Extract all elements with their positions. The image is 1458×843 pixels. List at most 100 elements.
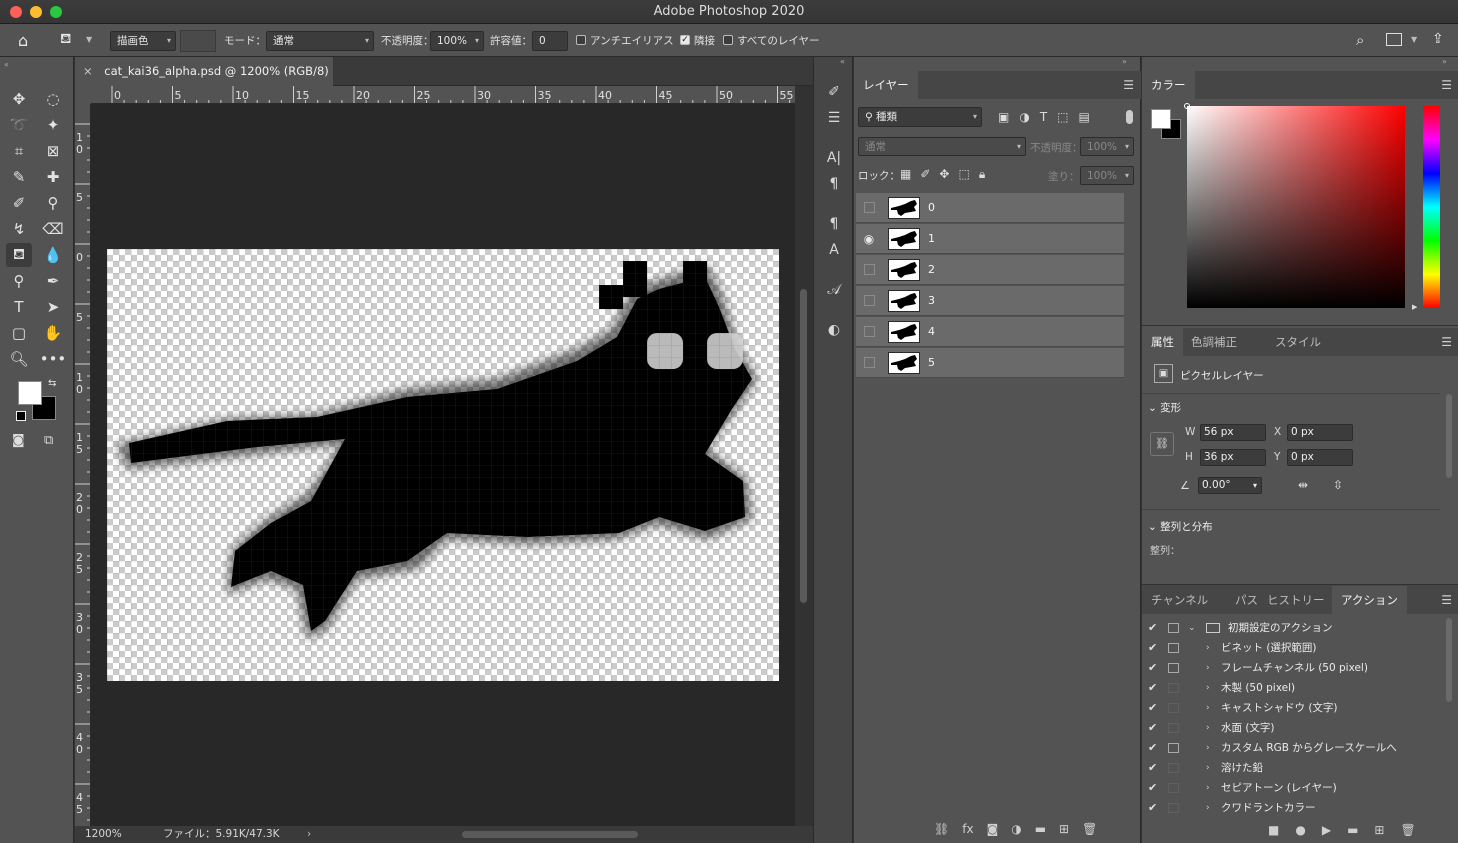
visibility-toggle[interactable] <box>864 264 875 275</box>
link-layers-icon[interactable]: ⛓ <box>934 822 949 836</box>
lock-all-icon[interactable]: 🔒︎ <box>979 167 985 182</box>
filter-smart-object-icon[interactable]: ▤ <box>1079 110 1090 124</box>
tab-layers[interactable]: レイヤー <box>854 71 918 99</box>
frame-tool-icon[interactable]: ⊠ <box>40 139 66 163</box>
chevron-right-icon[interactable]: › <box>1206 778 1210 798</box>
check-icon[interactable]: ✔ <box>1148 718 1157 738</box>
tab-properties[interactable]: 属性 <box>1142 328 1183 356</box>
add-mask-icon[interactable]: ◙ <box>987 822 999 836</box>
expand-panels-icon[interactable]: « <box>840 57 845 66</box>
filter-toggle[interactable] <box>1126 110 1133 124</box>
action-set-row[interactable]: ✔ ⌄ 初期設定のアクション <box>1146 618 1440 638</box>
chevron-right-icon[interactable]: › <box>1206 658 1210 678</box>
zoom-level[interactable]: 1200% <box>85 826 122 843</box>
new-group-icon[interactable]: ▬ <box>1035 822 1046 836</box>
type-tool-icon[interactable]: T <box>6 295 32 319</box>
marquee-tool-icon[interactable]: ◌ <box>40 87 66 111</box>
brush-settings-icon[interactable]: ✐ <box>814 79 854 105</box>
check-icon[interactable]: ✔ <box>1148 778 1157 798</box>
actions-panel-menu-icon[interactable]: ☰ <box>1441 593 1452 607</box>
chevron-down-icon[interactable]: ⌄ <box>1188 618 1196 638</box>
dodge-tool-icon[interactable]: ⚲ <box>6 269 32 293</box>
action-row[interactable]: ✔ › ビネット (選択範囲) <box>1146 638 1440 658</box>
delete-action-icon[interactable]: 🗑︎ <box>1400 823 1415 837</box>
tab-channels[interactable]: チャンネル <box>1142 586 1217 614</box>
layer-row[interactable]: 5 <box>856 348 1124 378</box>
tab-adjustments[interactable]: 色調補正 <box>1182 328 1246 356</box>
path-selection-tool-icon[interactable]: ➤ <box>40 295 66 319</box>
properties-scroll-thumb[interactable] <box>1446 394 1452 478</box>
dialog-toggle-icon[interactable] <box>1168 783 1179 793</box>
action-row[interactable]: ✔ › キャストシャドウ (文字) <box>1146 698 1440 718</box>
visibility-toggle[interactable] <box>864 357 875 368</box>
chevron-right-icon[interactable]: › <box>1206 678 1210 698</box>
height-input[interactable]: 36 px <box>1200 449 1266 466</box>
visibility-toggle[interactable] <box>864 295 875 306</box>
check-icon[interactable]: ✔ <box>1148 758 1157 778</box>
width-input[interactable]: 56 px <box>1200 424 1266 441</box>
character-panel-icon[interactable]: A| <box>814 145 854 171</box>
action-row[interactable]: ✔ › フレームチャンネル (50 pixel) <box>1146 658 1440 678</box>
lock-transparent-icon[interactable]: ▦ <box>900 167 911 182</box>
layer-row[interactable]: ◉ 1 <box>856 224 1124 254</box>
swap-colors-icon[interactable]: ⇆ <box>48 378 56 389</box>
color-foreground-swatch[interactable] <box>1151 109 1171 129</box>
check-icon[interactable]: ✔ <box>1148 618 1157 638</box>
foreground-color-swatch[interactable] <box>18 381 42 405</box>
more-tools-icon[interactable]: ••• <box>40 347 67 371</box>
chevron-right-icon[interactable]: › <box>1206 638 1210 658</box>
antialias-checkbox[interactable] <box>576 35 586 45</box>
adjustment-layer-icon[interactable]: ◑ <box>1011 822 1021 836</box>
delete-layer-icon[interactable]: 🗑︎ <box>1082 822 1097 836</box>
check-icon[interactable]: ✔ <box>1148 798 1157 818</box>
dialog-toggle-icon[interactable] <box>1168 643 1179 653</box>
rectangle-tool-icon[interactable]: ▢ <box>6 321 32 345</box>
quick-mask-icon[interactable]: ◙ <box>12 433 25 448</box>
layer-row[interactable]: 3 <box>856 286 1124 316</box>
document-canvas[interactable] <box>107 249 779 681</box>
search-icon[interactable]: ⌕ <box>1356 31 1364 49</box>
filter-shape-icon[interactable]: ⬚ <box>1057 110 1068 124</box>
dialog-toggle-icon[interactable] <box>1168 803 1179 813</box>
character-styles-icon[interactable]: A <box>814 237 854 263</box>
vertical-scroll-thumb[interactable] <box>800 289 807 603</box>
record-icon[interactable]: ● <box>1295 823 1305 837</box>
dialog-toggle-icon[interactable] <box>1168 723 1179 733</box>
screen-mode-icon[interactable]: ⧉ <box>44 433 53 448</box>
layer-style-icon[interactable]: fx <box>962 822 973 836</box>
dialog-toggle-icon[interactable] <box>1168 703 1179 713</box>
visibility-toggle[interactable] <box>864 202 875 213</box>
workspace-icon[interactable] <box>1386 33 1402 46</box>
horizontal-scroll-thumb[interactable] <box>462 831 638 838</box>
dialog-toggle-icon[interactable] <box>1168 623 1179 633</box>
layer-filter-dropdown[interactable]: ⚲ 種類 ▾ <box>858 107 982 127</box>
chevron-right-icon[interactable]: › <box>307 826 311 843</box>
tab-styles[interactable]: スタイル <box>1266 328 1330 356</box>
healing-brush-tool-icon[interactable]: ✚ <box>40 165 66 189</box>
filter-type-icon[interactable]: T <box>1040 110 1047 124</box>
lock-artboard-icon[interactable]: ⬚ <box>958 167 969 182</box>
brush-tool-icon[interactable]: ✐ <box>6 191 32 215</box>
move-tool-icon[interactable]: ✥ <box>6 87 32 111</box>
filter-adjustment-icon[interactable]: ◑ <box>1019 110 1029 124</box>
contiguous-checkbox[interactable]: ✓ <box>680 35 690 45</box>
angle-input[interactable]: 0.00° ▾ <box>1198 477 1262 494</box>
all-layers-checkbox[interactable] <box>723 35 733 45</box>
mode-dropdown[interactable]: 通常 ▾ <box>266 31 374 51</box>
new-set-icon[interactable]: ▬ <box>1347 823 1358 837</box>
check-icon[interactable]: ✔ <box>1148 698 1157 718</box>
vertical-scrollbar[interactable] <box>795 104 813 826</box>
paragraph-panel-icon[interactable]: ¶ <box>814 171 854 197</box>
check-icon[interactable]: ✔ <box>1148 658 1157 678</box>
layers-panel-menu-icon[interactable]: ☰ <box>1123 78 1134 92</box>
color-picker-handle[interactable] <box>1184 103 1190 109</box>
close-window-button[interactable] <box>10 6 22 18</box>
history-brush-tool-icon[interactable]: ↯ <box>6 217 32 241</box>
filter-pixel-icon[interactable]: ▣ <box>998 110 1009 124</box>
collapse-toolbar-icon[interactable]: « <box>4 60 9 69</box>
align-section[interactable]: ⌄ 整列と分布 <box>1148 519 1213 534</box>
magic-wand-tool-icon[interactable]: ✦ <box>40 113 66 137</box>
new-layer-icon[interactable]: ⊞ <box>1059 822 1069 836</box>
fill-source-dropdown[interactable]: 描画色 ▾ <box>110 31 176 51</box>
adjustment-presets-icon[interactable]: ☰ <box>814 105 854 131</box>
